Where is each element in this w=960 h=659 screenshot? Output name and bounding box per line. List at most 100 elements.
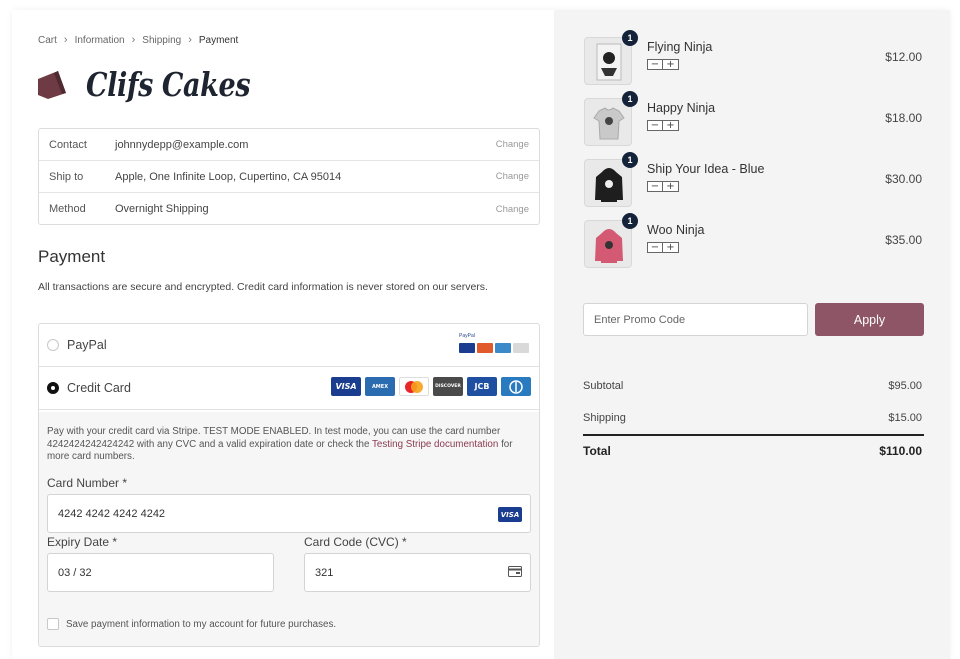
cvc-input[interactable]: 321 xyxy=(304,553,531,592)
item-price: $30.00 xyxy=(885,172,922,186)
promo-code-placeholder: Enter Promo Code xyxy=(594,313,686,326)
cake-slice-icon xyxy=(38,70,66,99)
stripe-test-note: Pay with your credit card via Stripe. TE… xyxy=(47,426,533,464)
change-contact-link[interactable]: Change xyxy=(496,139,529,150)
paypal-radio[interactable] xyxy=(47,339,59,351)
visa-icon: VISA xyxy=(331,377,361,396)
shipping-row: Shipping $15.00 xyxy=(583,412,924,424)
quantity-stepper: − + xyxy=(647,120,679,131)
visa-mini-icon xyxy=(459,343,475,353)
card-brand-logos: VISA AMEX DISCOVER JCB xyxy=(327,377,531,396)
brand-name: Clifs Cakes xyxy=(86,65,251,104)
stripe-docs-link[interactable]: Testing Stripe documentation xyxy=(372,439,498,450)
total-value: $110.00 xyxy=(879,444,922,458)
credit-card-label: Credit Card xyxy=(67,381,131,395)
cart-item: 1 Woo Ninja − + $35.00 xyxy=(584,213,924,270)
shipping-value: $15.00 xyxy=(888,412,922,424)
breadcrumb-information[interactable]: Information xyxy=(75,35,125,46)
card-number-label: Card Number * xyxy=(47,476,128,490)
item-price: $12.00 xyxy=(885,50,922,64)
paypal-label: PayPal xyxy=(67,338,107,352)
total-row: Total $110.00 xyxy=(583,444,924,458)
expiry-value: 03 / 32 xyxy=(58,566,92,579)
card-number-input[interactable]: 4242 4242 4242 4242 VISA xyxy=(47,494,531,533)
cvc-label: Card Code (CVC) * xyxy=(304,535,407,549)
method-value: Overnight Shipping xyxy=(115,203,209,215)
subtotal-row: Subtotal $95.00 xyxy=(583,380,924,392)
payment-title: Payment xyxy=(38,247,106,266)
total-label: Total xyxy=(583,444,611,458)
save-payment-checkbox[interactable] xyxy=(47,618,59,630)
checkout-page: Cart › Information › Shipping › Payment … xyxy=(12,10,950,659)
payment-option-credit-card[interactable]: Credit Card VISA AMEX DISCOVER JCB xyxy=(39,367,539,410)
order-summary: 1 Flying Ninja − + $12.00 1 Happy Ninja … xyxy=(554,10,950,659)
decrease-quantity-button[interactable]: − xyxy=(647,181,663,192)
chevron-right-icon: › xyxy=(188,34,192,46)
diners-club-icon xyxy=(501,377,531,396)
decrease-quantity-button[interactable]: − xyxy=(647,242,663,253)
subtotal-label: Subtotal xyxy=(583,380,624,392)
jcb-icon: JCB xyxy=(467,377,497,396)
save-payment-label: Save payment information to my account f… xyxy=(66,618,337,630)
payment-option-paypal[interactable]: PayPal PayPal xyxy=(39,324,539,367)
method-row: Method Overnight Shipping Change xyxy=(39,193,539,225)
discover-mini-icon xyxy=(513,343,529,353)
ship-to-row: Ship to Apple, One Infinite Loop, Cupert… xyxy=(39,161,539,193)
cart-item: 1 Flying Ninja − + $12.00 xyxy=(584,30,924,87)
item-price: $18.00 xyxy=(885,111,922,125)
amex-icon: AMEX xyxy=(365,377,395,396)
discover-icon: DISCOVER xyxy=(433,377,463,396)
ship-to-value: Apple, One Infinite Loop, Cupertino, CA … xyxy=(115,170,342,183)
increase-quantity-button[interactable]: + xyxy=(663,242,679,253)
paypal-logo: PayPal xyxy=(459,333,475,339)
method-label: Method xyxy=(49,203,86,215)
breadcrumb-shipping[interactable]: Shipping xyxy=(142,35,181,46)
quantity-stepper: − + xyxy=(647,242,679,253)
subtotal-value: $95.00 xyxy=(888,380,922,392)
quantity-badge: 1 xyxy=(622,91,638,107)
credit-card-radio[interactable] xyxy=(47,382,59,394)
decrease-quantity-button[interactable]: − xyxy=(647,59,663,70)
apply-promo-button[interactable]: Apply xyxy=(815,303,924,336)
change-ship-to-link[interactable]: Change xyxy=(496,171,529,182)
item-name: Happy Ninja xyxy=(647,101,716,115)
increase-quantity-button[interactable]: + xyxy=(663,181,679,192)
contact-value: johnnydepp@example.com xyxy=(115,138,249,151)
mastercard-icon xyxy=(399,377,429,396)
expiry-input[interactable]: 03 / 32 xyxy=(47,553,274,592)
shipping-label: Shipping xyxy=(583,412,626,424)
item-price: $35.00 xyxy=(885,233,922,247)
cart-item: 1 Ship Your Idea - Blue − + $30.00 xyxy=(584,152,924,209)
quantity-stepper: − + xyxy=(647,181,679,192)
decrease-quantity-button[interactable]: − xyxy=(647,120,663,131)
chevron-right-icon: › xyxy=(131,34,136,46)
increase-quantity-button[interactable]: + xyxy=(663,59,679,70)
credit-card-form: Pay with your credit card via Stripe. TE… xyxy=(39,412,539,646)
ship-to-label: Ship to xyxy=(49,170,84,183)
review-summary: Contact johnnydepp@example.com Change Sh… xyxy=(38,128,540,225)
save-payment-option[interactable]: Save payment information to my account f… xyxy=(47,618,336,630)
total-divider xyxy=(583,434,924,436)
paypal-card-logos: PayPal xyxy=(457,333,529,359)
card-cvc-icon xyxy=(508,566,522,580)
item-name: Ship Your Idea - Blue xyxy=(647,162,765,176)
cvc-value: 321 xyxy=(315,566,334,579)
checkout-main: Cart › Information › Shipping › Payment … xyxy=(12,10,554,659)
breadcrumb: Cart › Information › Shipping › Payment xyxy=(38,34,238,46)
breadcrumb-payment: Payment xyxy=(198,34,239,46)
payment-subtitle: All transactions are secure and encrypte… xyxy=(38,281,488,293)
promo-code-input[interactable]: Enter Promo Code xyxy=(583,303,808,336)
contact-label: Contact xyxy=(49,138,87,151)
brand-logo[interactable]: Clifs Cakes xyxy=(36,65,286,104)
increase-quantity-button[interactable]: + xyxy=(663,120,679,131)
amex-mini-icon xyxy=(495,343,511,353)
payment-methods: PayPal PayPal Credit Card VISA AMEX DISC… xyxy=(38,323,540,647)
chevron-right-icon: › xyxy=(63,34,68,46)
quantity-stepper: − + xyxy=(647,59,679,70)
contact-row: Contact johnnydepp@example.com Change xyxy=(39,129,539,161)
item-name: Woo Ninja xyxy=(647,223,705,237)
item-name: Flying Ninja xyxy=(647,40,713,54)
breadcrumb-cart[interactable]: Cart xyxy=(38,35,57,46)
visa-icon: VISA xyxy=(498,507,522,522)
change-method-link[interactable]: Change xyxy=(496,204,529,215)
